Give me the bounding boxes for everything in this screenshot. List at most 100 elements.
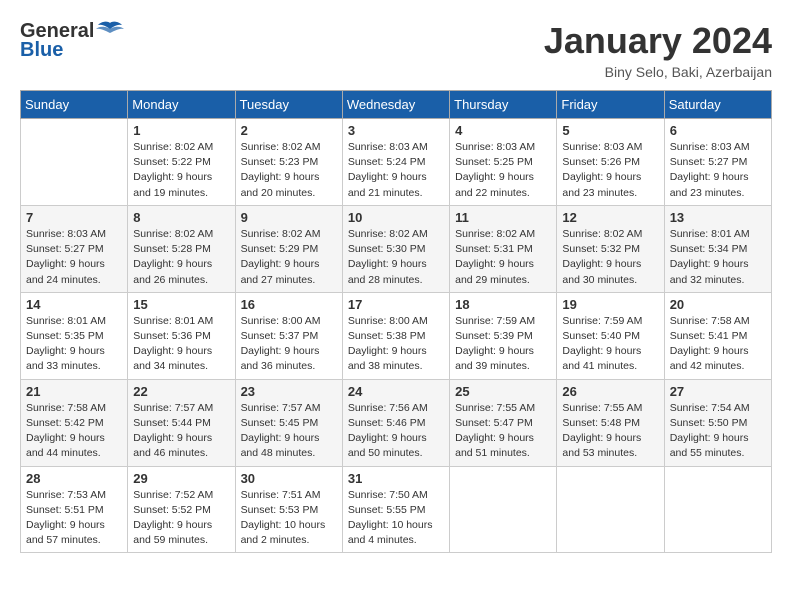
calendar-cell: 15 Sunrise: 8:01 AMSunset: 5:36 PMDayligh… (128, 292, 235, 379)
day-number: 10 (348, 210, 444, 225)
week-row-5: 28 Sunrise: 7:53 AMSunset: 5:51 PMDayligh… (21, 466, 772, 553)
day-number: 9 (241, 210, 337, 225)
calendar-cell: 25Sunrise: 7:55 AMSunset: 5:47 PMDayligh… (450, 379, 557, 466)
day-number: 1 (133, 123, 229, 138)
calendar-cell: 29Sunrise: 7:52 AMSunset: 5:52 PMDayligh… (128, 466, 235, 553)
day-info: Sunrise: 8:02 AMSunset: 5:22 PMDaylight:… (133, 140, 229, 201)
day-number: 18 (455, 297, 551, 312)
day-info: Sunrise: 8:01 AMSunset: 5:34 PMDaylight:… (670, 227, 766, 288)
day-info: Sunrise: 8:02 AMSunset: 5:23 PMDaylight:… (241, 140, 337, 201)
calendar-cell (21, 119, 128, 206)
calendar-cell: 5 Sunrise: 8:03 AMSunset: 5:26 PMDaylight… (557, 119, 664, 206)
calendar-cell: 23 Sunrise: 7:57 AMSunset: 5:45 PMDayligh… (235, 379, 342, 466)
calendar-cell: 20 Sunrise: 7:58 AMSunset: 5:41 PMDayligh… (664, 292, 771, 379)
day-info: Sunrise: 7:51 AMSunset: 5:53 PMDaylight:… (241, 488, 337, 549)
day-number: 20 (670, 297, 766, 312)
day-number: 8 (133, 210, 229, 225)
calendar-cell: 22 Sunrise: 7:57 AMSunset: 5:44 PMDayligh… (128, 379, 235, 466)
logo-bird-icon (96, 21, 124, 43)
day-info: Sunrise: 8:00 AMSunset: 5:38 PMDaylight:… (348, 314, 444, 375)
day-info: Sunrise: 8:01 AMSunset: 5:35 PMDaylight:… (26, 314, 122, 375)
day-info: Sunrise: 7:58 AMSunset: 5:42 PMDaylight:… (26, 401, 122, 462)
logo-blue: Blue (20, 39, 63, 62)
location-subtitle: Biny Selo, Baki, Azerbaijan (544, 64, 772, 80)
weekday-header-sunday: Sunday (21, 91, 128, 119)
calendar-table: SundayMondayTuesdayWednesdayThursdayFrid… (20, 90, 772, 553)
calendar-cell: 17 Sunrise: 8:00 AMSunset: 5:38 PMDayligh… (342, 292, 449, 379)
calendar-cell: 18 Sunrise: 7:59 AMSunset: 5:39 PMDayligh… (450, 292, 557, 379)
day-info: Sunrise: 7:58 AMSunset: 5:41 PMDaylight:… (670, 314, 766, 375)
day-number: 31 (348, 471, 444, 486)
day-number: 12 (562, 210, 658, 225)
calendar-cell: 16 Sunrise: 8:00 AMSunset: 5:37 PMDayligh… (235, 292, 342, 379)
day-number: 22 (133, 384, 229, 399)
day-number: 7 (26, 210, 122, 225)
day-number: 6 (670, 123, 766, 138)
day-number: 3 (348, 123, 444, 138)
calendar-cell: 8 Sunrise: 8:02 AMSunset: 5:28 PMDaylight… (128, 205, 235, 292)
calendar-cell: 24Sunrise: 7:56 AMSunset: 5:46 PMDayligh… (342, 379, 449, 466)
calendar-cell: 7 Sunrise: 8:03 AMSunset: 5:27 PMDaylight… (21, 205, 128, 292)
calendar-cell: 10Sunrise: 8:02 AMSunset: 5:30 PMDayligh… (342, 205, 449, 292)
day-info: Sunrise: 8:02 AMSunset: 5:28 PMDaylight:… (133, 227, 229, 288)
day-number: 11 (455, 210, 551, 225)
calendar-cell: 11Sunrise: 8:02 AMSunset: 5:31 PMDayligh… (450, 205, 557, 292)
day-number: 21 (26, 384, 122, 399)
title-block: January 2024 Biny Selo, Baki, Azerbaijan (544, 20, 772, 80)
day-number: 23 (241, 384, 337, 399)
day-number: 19 (562, 297, 658, 312)
day-number: 16 (241, 297, 337, 312)
weekday-header-row: SundayMondayTuesdayWednesdayThursdayFrid… (21, 91, 772, 119)
day-info: Sunrise: 7:57 AMSunset: 5:44 PMDaylight:… (133, 401, 229, 462)
calendar-cell: 4 Sunrise: 8:03 AMSunset: 5:25 PMDaylight… (450, 119, 557, 206)
calendar-cell: 21 Sunrise: 7:58 AMSunset: 5:42 PMDayligh… (21, 379, 128, 466)
calendar-cell: 9Sunrise: 8:02 AMSunset: 5:29 PMDaylight… (235, 205, 342, 292)
day-number: 14 (26, 297, 122, 312)
day-info: Sunrise: 8:03 AMSunset: 5:26 PMDaylight:… (562, 140, 658, 201)
calendar-cell: 14 Sunrise: 8:01 AMSunset: 5:35 PMDayligh… (21, 292, 128, 379)
calendar-cell: 2Sunrise: 8:02 AMSunset: 5:23 PMDaylight… (235, 119, 342, 206)
day-number: 4 (455, 123, 551, 138)
day-info: Sunrise: 7:59 AMSunset: 5:39 PMDaylight:… (455, 314, 551, 375)
week-row-1: 1 Sunrise: 8:02 AMSunset: 5:22 PMDaylight… (21, 119, 772, 206)
day-number: 25 (455, 384, 551, 399)
day-info: Sunrise: 7:59 AMSunset: 5:40 PMDaylight:… (562, 314, 658, 375)
calendar-cell: 13 Sunrise: 8:01 AMSunset: 5:34 PMDayligh… (664, 205, 771, 292)
weekday-header-tuesday: Tuesday (235, 91, 342, 119)
calendar-cell: 31 Sunrise: 7:50 AMSunset: 5:55 PMDayligh… (342, 466, 449, 553)
day-info: Sunrise: 8:03 AMSunset: 5:25 PMDaylight:… (455, 140, 551, 201)
calendar-cell: 19 Sunrise: 7:59 AMSunset: 5:40 PMDayligh… (557, 292, 664, 379)
calendar-cell: 30 Sunrise: 7:51 AMSunset: 5:53 PMDayligh… (235, 466, 342, 553)
day-info: Sunrise: 7:50 AMSunset: 5:55 PMDaylight:… (348, 488, 444, 549)
week-row-2: 7 Sunrise: 8:03 AMSunset: 5:27 PMDaylight… (21, 205, 772, 292)
day-info: Sunrise: 7:52 AMSunset: 5:52 PMDaylight:… (133, 488, 229, 549)
day-number: 24 (348, 384, 444, 399)
weekday-header-thursday: Thursday (450, 91, 557, 119)
day-info: Sunrise: 7:57 AMSunset: 5:45 PMDaylight:… (241, 401, 337, 462)
day-info: Sunrise: 8:00 AMSunset: 5:37 PMDaylight:… (241, 314, 337, 375)
week-row-3: 14 Sunrise: 8:01 AMSunset: 5:35 PMDayligh… (21, 292, 772, 379)
calendar-cell: 1 Sunrise: 8:02 AMSunset: 5:22 PMDaylight… (128, 119, 235, 206)
weekday-header-friday: Friday (557, 91, 664, 119)
day-number: 30 (241, 471, 337, 486)
day-number: 13 (670, 210, 766, 225)
calendar-cell: 3 Sunrise: 8:03 AMSunset: 5:24 PMDaylight… (342, 119, 449, 206)
calendar-cell: 6 Sunrise: 8:03 AMSunset: 5:27 PMDaylight… (664, 119, 771, 206)
logo: General Blue (20, 20, 124, 62)
day-number: 5 (562, 123, 658, 138)
day-info: Sunrise: 7:53 AMSunset: 5:51 PMDaylight:… (26, 488, 122, 549)
page-header: General Blue January 2024 Biny Selo, Bak… (20, 20, 772, 80)
day-info: Sunrise: 8:03 AMSunset: 5:27 PMDaylight:… (670, 140, 766, 201)
day-number: 27 (670, 384, 766, 399)
week-row-4: 21 Sunrise: 7:58 AMSunset: 5:42 PMDayligh… (21, 379, 772, 466)
day-info: Sunrise: 8:03 AMSunset: 5:27 PMDaylight:… (26, 227, 122, 288)
calendar-cell (664, 466, 771, 553)
day-number: 15 (133, 297, 229, 312)
day-info: Sunrise: 8:01 AMSunset: 5:36 PMDaylight:… (133, 314, 229, 375)
calendar-cell: 26Sunrise: 7:55 AMSunset: 5:48 PMDayligh… (557, 379, 664, 466)
calendar-cell: 12Sunrise: 8:02 AMSunset: 5:32 PMDayligh… (557, 205, 664, 292)
day-number: 28 (26, 471, 122, 486)
day-number: 17 (348, 297, 444, 312)
day-info: Sunrise: 8:03 AMSunset: 5:24 PMDaylight:… (348, 140, 444, 201)
weekday-header-wednesday: Wednesday (342, 91, 449, 119)
